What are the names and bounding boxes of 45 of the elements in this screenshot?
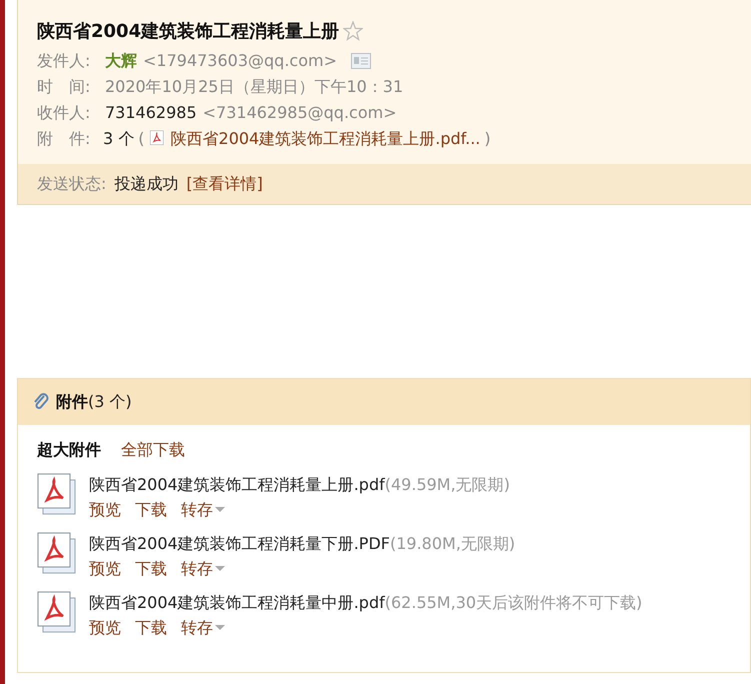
- action-link[interactable]: 预览: [89, 616, 121, 640]
- field-label: 收件人:: [37, 102, 92, 124]
- action-link[interactable]: 下载: [135, 498, 167, 522]
- caret-icon: [215, 566, 225, 572]
- mail-subject: 陕西省2004建筑装饰工程消耗量上册: [37, 20, 340, 44]
- recipient-name: 731462985: [105, 102, 197, 124]
- pdf-icon: [37, 472, 77, 516]
- paperclip-icon: [32, 392, 50, 412]
- file-info: (62.55M,30天后该附件将不可下载): [384, 592, 642, 614]
- file-info: (19.80M,无限期): [390, 533, 516, 555]
- caret-icon: [215, 625, 225, 631]
- pdf-icon: [37, 531, 77, 575]
- file-name[interactable]: 陕西省2004建筑装饰工程消耗量上册.pdf: [89, 473, 385, 497]
- save-to-dropdown[interactable]: 转存: [181, 557, 225, 581]
- file-name[interactable]: 陕西省2004建筑装饰工程消耗量中册.pdf: [89, 591, 385, 615]
- attachments-title: 附件: [56, 391, 88, 413]
- attachment-count: 3 个: [103, 128, 134, 150]
- contact-card-icon[interactable]: [351, 53, 371, 69]
- field-label: 发件人:: [37, 50, 92, 72]
- recipient-address: <731462985@qq.com>: [202, 102, 397, 124]
- save-to-dropdown[interactable]: 转存: [181, 498, 225, 522]
- action-link[interactable]: 预览: [89, 557, 121, 581]
- attachment-link[interactable]: 陕西省2004建筑装饰工程消耗量上册.pdf...: [170, 127, 480, 151]
- caret-icon: [215, 507, 225, 513]
- status-label: 发送状态:: [37, 173, 106, 195]
- action-link[interactable]: 下载: [135, 616, 167, 640]
- field-label: 附 件:: [37, 128, 92, 150]
- star-icon[interactable]: [343, 21, 364, 41]
- parenthesis: ): [484, 128, 491, 150]
- file-name[interactable]: 陕西省2004建筑装饰工程消耗量下册.PDF: [89, 532, 390, 556]
- sender-name[interactable]: 大辉: [105, 49, 137, 73]
- status-value: 投递成功: [114, 173, 178, 195]
- sender-address: <179473603@qq.com>: [143, 50, 337, 72]
- action-link[interactable]: 预览: [89, 498, 121, 522]
- action-link[interactable]: 下载: [135, 557, 167, 581]
- file-info: (49.59M,无限期): [384, 474, 510, 496]
- attachments-count: (3 个): [88, 391, 132, 413]
- parenthesis: (: [138, 128, 145, 150]
- download-all-link[interactable]: 全部下载: [121, 438, 185, 462]
- field-label: 时 间:: [37, 76, 92, 98]
- time-value: 2020年10月25日（星期日）下午10：31: [105, 76, 404, 98]
- pdf-icon: [37, 590, 77, 634]
- save-to-dropdown[interactable]: 转存: [181, 616, 225, 640]
- details-link[interactable]: [查看详情]: [186, 172, 263, 196]
- group-title: 超大附件: [37, 439, 101, 461]
